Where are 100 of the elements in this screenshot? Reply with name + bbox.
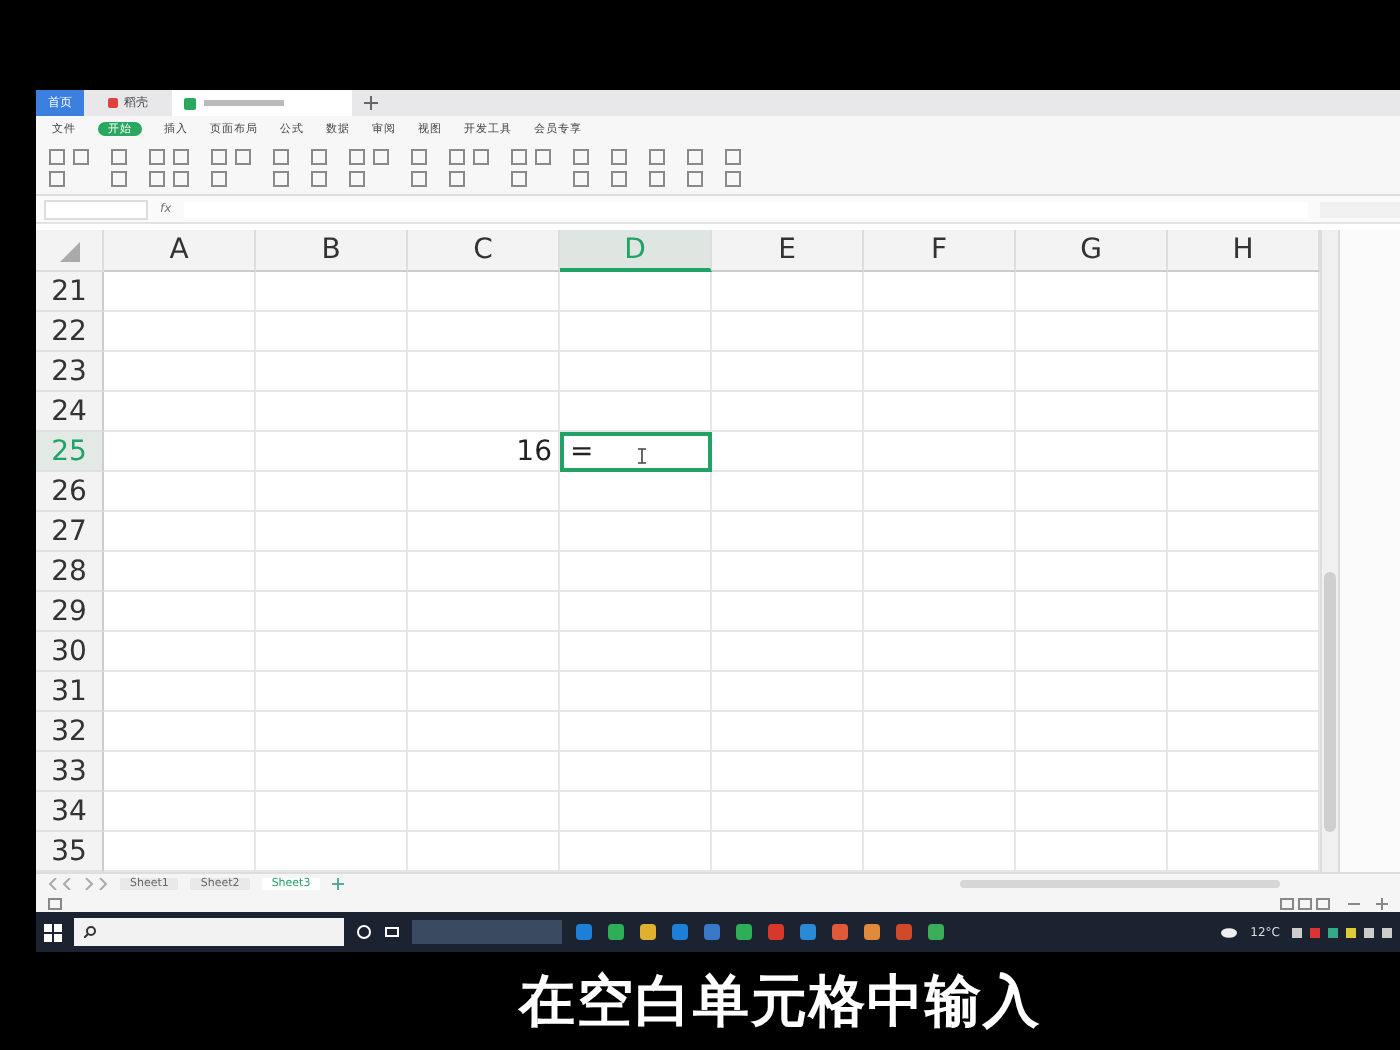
- table-cell[interactable]: [712, 272, 864, 312]
- table-cell[interactable]: [104, 792, 256, 832]
- table-cell[interactable]: [1016, 312, 1168, 352]
- table-cell[interactable]: [408, 592, 560, 632]
- row-header[interactable]: 22: [36, 312, 104, 352]
- windows-logo-icon[interactable]: [44, 923, 62, 941]
- table-cell[interactable]: [256, 712, 408, 752]
- table-cell[interactable]: [256, 552, 408, 592]
- table-cell[interactable]: [864, 792, 1016, 832]
- table-cell[interactable]: [864, 392, 1016, 432]
- row-header[interactable]: 28: [36, 552, 104, 592]
- table-cell[interactable]: [560, 552, 712, 592]
- table-cell[interactable]: [1016, 552, 1168, 592]
- table-cell[interactable]: [712, 712, 864, 752]
- row-header[interactable]: 32: [36, 712, 104, 752]
- table-cell[interactable]: [560, 392, 712, 432]
- table-cell[interactable]: [408, 392, 560, 432]
- task-view-icon[interactable]: [384, 924, 400, 940]
- table-cell[interactable]: [712, 792, 864, 832]
- table-cell[interactable]: [256, 592, 408, 632]
- table-cell[interactable]: [104, 472, 256, 512]
- table-cell[interactable]: [104, 552, 256, 592]
- table-cell[interactable]: [560, 792, 712, 832]
- table-cell[interactable]: [712, 552, 864, 592]
- table-cell[interactable]: [104, 712, 256, 752]
- table-cell[interactable]: [256, 272, 408, 312]
- row-header[interactable]: 34: [36, 792, 104, 832]
- table-cell[interactable]: [1016, 272, 1168, 312]
- table-cell[interactable]: [864, 432, 1016, 472]
- table-cell[interactable]: [864, 352, 1016, 392]
- table-cell[interactable]: [864, 632, 1016, 672]
- table-cell[interactable]: [560, 272, 712, 312]
- table-cell[interactable]: [256, 312, 408, 352]
- table-cell[interactable]: [864, 752, 1016, 792]
- table-cell[interactable]: [408, 272, 560, 312]
- table-cell[interactable]: [712, 432, 864, 472]
- row-header[interactable]: 23: [36, 352, 104, 392]
- table-cell[interactable]: [560, 592, 712, 632]
- row-header[interactable]: 21: [36, 272, 104, 312]
- table-cell[interactable]: [256, 672, 408, 712]
- table-cell[interactable]: [408, 672, 560, 712]
- table-cell[interactable]: [408, 472, 560, 512]
- table-cell[interactable]: [1016, 632, 1168, 672]
- table-cell[interactable]: [256, 632, 408, 672]
- table-cell[interactable]: [1016, 712, 1168, 752]
- table-cell[interactable]: [712, 472, 864, 512]
- table-cell[interactable]: [408, 552, 560, 592]
- table-cell[interactable]: [1016, 432, 1168, 472]
- table-cell[interactable]: [864, 712, 1016, 752]
- table-cell[interactable]: [256, 432, 408, 472]
- table-cell[interactable]: [712, 672, 864, 712]
- table-cell[interactable]: [560, 712, 712, 752]
- column-header[interactable]: F: [864, 230, 1016, 272]
- row-header[interactable]: 29: [36, 592, 104, 632]
- table-cell[interactable]: [1016, 592, 1168, 632]
- table-cell[interactable]: [1016, 472, 1168, 512]
- table-cell[interactable]: [712, 752, 864, 792]
- table-cell[interactable]: [864, 312, 1016, 352]
- table-cell[interactable]: [256, 472, 408, 512]
- table-cell[interactable]: [560, 512, 712, 552]
- table-cell[interactable]: [256, 512, 408, 552]
- table-cell[interactable]: [712, 592, 864, 632]
- row-header[interactable]: 33: [36, 752, 104, 792]
- table-cell[interactable]: [560, 352, 712, 392]
- table-cell[interactable]: [408, 792, 560, 832]
- table-cell[interactable]: =: [560, 432, 712, 472]
- view-icon[interactable]: [1280, 897, 1332, 909]
- table-cell[interactable]: [1016, 352, 1168, 392]
- row-header[interactable]: 30: [36, 632, 104, 672]
- table-cell[interactable]: [1016, 792, 1168, 832]
- add-tab-icon[interactable]: [364, 96, 378, 110]
- row-header[interactable]: 35: [36, 832, 104, 872]
- table-cell[interactable]: [104, 512, 256, 552]
- table-cell[interactable]: [1016, 512, 1168, 552]
- file-tab[interactable]: [172, 90, 352, 116]
- table-cell[interactable]: [560, 672, 712, 712]
- sheet-navigation-icon[interactable]: [48, 878, 108, 890]
- table-cell[interactable]: [864, 472, 1016, 512]
- table-cell[interactable]: [560, 472, 712, 512]
- tray-icon[interactable]: [1292, 925, 1392, 939]
- table-cell[interactable]: [408, 312, 560, 352]
- table-cell[interactable]: [864, 272, 1016, 312]
- table-cell[interactable]: [408, 512, 560, 552]
- table-cell[interactable]: [1016, 672, 1168, 712]
- table-cell[interactable]: [104, 752, 256, 792]
- column-header[interactable]: E: [712, 230, 864, 272]
- table-cell[interactable]: [864, 592, 1016, 632]
- table-cell[interactable]: [712, 512, 864, 552]
- table-cell[interactable]: [712, 312, 864, 352]
- table-cell[interactable]: [104, 632, 256, 672]
- zoom-out-icon[interactable]: [1348, 897, 1360, 909]
- table-cell[interactable]: [104, 592, 256, 632]
- vertical-scrollbar[interactable]: [1320, 230, 1338, 872]
- table-cell[interactable]: [560, 312, 712, 352]
- table-cell[interactable]: [104, 432, 256, 472]
- table-cell[interactable]: [256, 392, 408, 432]
- table-cell[interactable]: [408, 752, 560, 792]
- row-header[interactable]: 31: [36, 672, 104, 712]
- table-cell[interactable]: [408, 712, 560, 752]
- table-cell[interactable]: [408, 632, 560, 672]
